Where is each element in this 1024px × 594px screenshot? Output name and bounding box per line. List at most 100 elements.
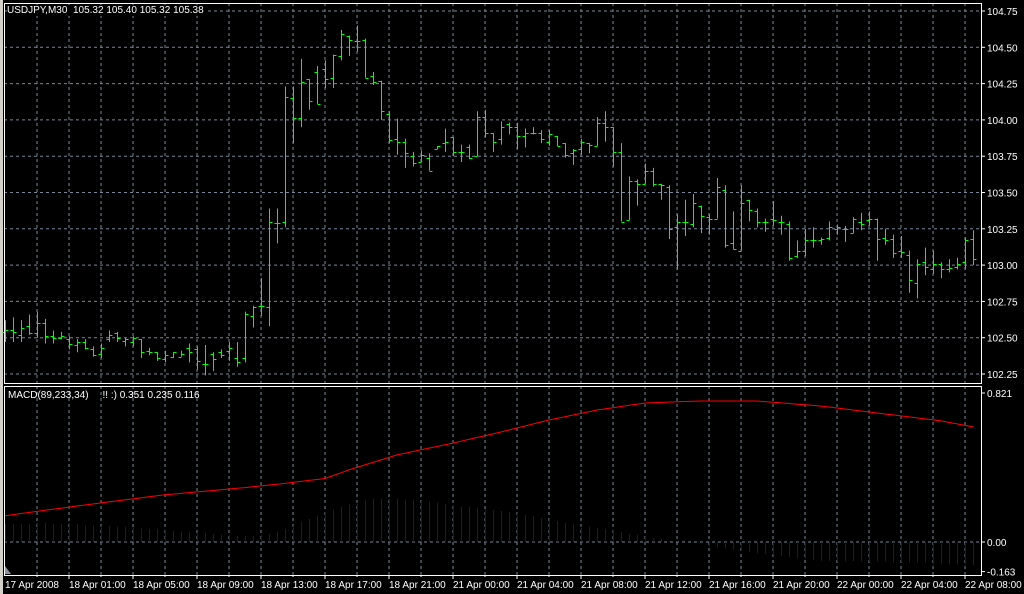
ohlc-bar (890, 234, 897, 258)
ohlc-bar (858, 212, 865, 231)
ohlc-bar (546, 130, 553, 147)
ohlc-bar (538, 130, 545, 144)
ohlc-bar (98, 343, 105, 359)
ohlc-bar (106, 330, 113, 343)
price-axis-label: 102.50 (987, 334, 1018, 345)
ohlc-bar (938, 262, 945, 279)
ohlc-bar (674, 214, 681, 270)
ohlc-bar (394, 118, 401, 155)
ohlc-bar (234, 342, 241, 367)
ohlc-bar (746, 199, 753, 222)
ohlc-bar (530, 127, 537, 135)
ohlc-bar (778, 215, 785, 235)
price-axis-label: 103.75 (987, 152, 1018, 163)
ohlc-bar (74, 339, 81, 353)
ohlc-bar (10, 317, 17, 343)
time-axis-label: 18 Apr 13:00 (261, 580, 318, 591)
ohlc-bar (194, 346, 201, 370)
chart-header: USDJPY,M30 105.32 105.40 105.32 105.38 (7, 5, 206, 16)
ohlc-bar (594, 116, 601, 147)
price-chart[interactable]: 104.75 104.50 104.25 104.00 103.75 103.50 103.… (0, 0, 1024, 594)
ohlc-bar (242, 311, 249, 363)
ohlc-bar (138, 339, 145, 359)
ohlc-bar (762, 218, 769, 232)
ohlc-bar (818, 237, 825, 245)
time-axis-label: 21 Apr 12:00 (645, 580, 702, 591)
time-axis-label: 18 Apr 01:00 (69, 580, 126, 591)
time-axis-label: 21 Apr 04:00 (517, 580, 574, 591)
macd-scale-label: 0.00 (987, 538, 1007, 549)
ohlc-bar (442, 128, 449, 152)
ohlc-bar (162, 350, 169, 363)
ohlc-bar (706, 214, 713, 235)
open-value: 105.32 (72, 5, 104, 16)
ohlc-bar (202, 344, 209, 376)
ohlc-bar (314, 66, 321, 105)
ohlc-bar (922, 247, 929, 276)
ohlc-bar (186, 343, 193, 363)
time-axis-label: 17 Apr 2008 (5, 580, 59, 591)
ohlc-bar (274, 208, 281, 244)
ohlc-bar (850, 217, 857, 234)
ohlc-bar (402, 138, 409, 168)
time-axis-label: 21 Apr 08:00 (581, 580, 638, 591)
indicator-values: !! :) 0.351 0.235 0.116 (102, 390, 200, 401)
ohlc-bar (490, 132, 497, 152)
ohlc-bar (42, 318, 49, 344)
chart-shift-marker (5, 566, 11, 574)
ohlc-bar (962, 237, 969, 270)
ohlc-bar (578, 138, 585, 155)
main-panel-border (4, 3, 982, 384)
price-axis-label: 103.50 (987, 189, 1018, 200)
ohlc-bar (946, 259, 953, 273)
ohlc-bar (506, 122, 513, 135)
ohlc-bar (258, 278, 265, 316)
ohlc-bar (18, 320, 25, 343)
ohlc-bar (346, 35, 353, 57)
ohlc-bar (602, 111, 609, 142)
macd-scale-label: -0.163 (987, 568, 1016, 579)
ohlc-bar (618, 143, 625, 223)
ohlc-bar (554, 135, 561, 147)
ohlc-bar (970, 230, 977, 266)
ohlc-bar (434, 146, 441, 150)
ohlc-bar (842, 225, 849, 242)
ohlc-bar (2, 320, 9, 343)
ohlc-bar (914, 259, 921, 299)
ohlc-bar (522, 128, 529, 148)
ohlc-bar (410, 151, 417, 167)
ohlc-bar (898, 236, 905, 258)
ohlc-bar (650, 167, 657, 187)
ohlc-bar (874, 218, 881, 261)
ohlc-bar (714, 177, 721, 220)
ohlc-bar (458, 144, 465, 163)
price-axis-label: 104.75 (987, 7, 1018, 18)
time-axis-label: 18 Apr 05:00 (133, 580, 190, 591)
ohlc-bar (698, 205, 705, 234)
close-value: 105.38 (173, 5, 204, 16)
ohlc-bar (586, 143, 593, 154)
price-axis-label: 102.25 (987, 370, 1018, 381)
ohlc-bar (482, 109, 489, 138)
high-value: 105.40 (106, 5, 137, 16)
ohlc-bar (802, 228, 809, 257)
ohlc-bar (338, 29, 345, 61)
ohlc-bar (26, 314, 33, 335)
ohlc-bar (378, 80, 385, 120)
ohlc-bar (786, 221, 793, 261)
ohlc-bar (58, 331, 65, 340)
ohlc-bar (666, 185, 673, 239)
ohlc-bar (722, 185, 729, 248)
ohlc-bar (330, 54, 337, 88)
time-axis-label: 21 Apr 16:00 (709, 580, 766, 591)
time-axis-label: 21 Apr 00:00 (453, 580, 510, 591)
ohlc-bar (562, 143, 569, 158)
time-axis-label: 21 Apr 20:00 (773, 580, 830, 591)
ohlc-bar (826, 221, 833, 241)
ohlc-bar (658, 183, 665, 200)
ohlc-bar (170, 352, 177, 359)
time-axis-label: 18 Apr 17:00 (325, 580, 382, 591)
ohlc-bar (250, 305, 257, 328)
ohlc-bar (34, 311, 41, 338)
ohlc-bar (466, 144, 473, 160)
